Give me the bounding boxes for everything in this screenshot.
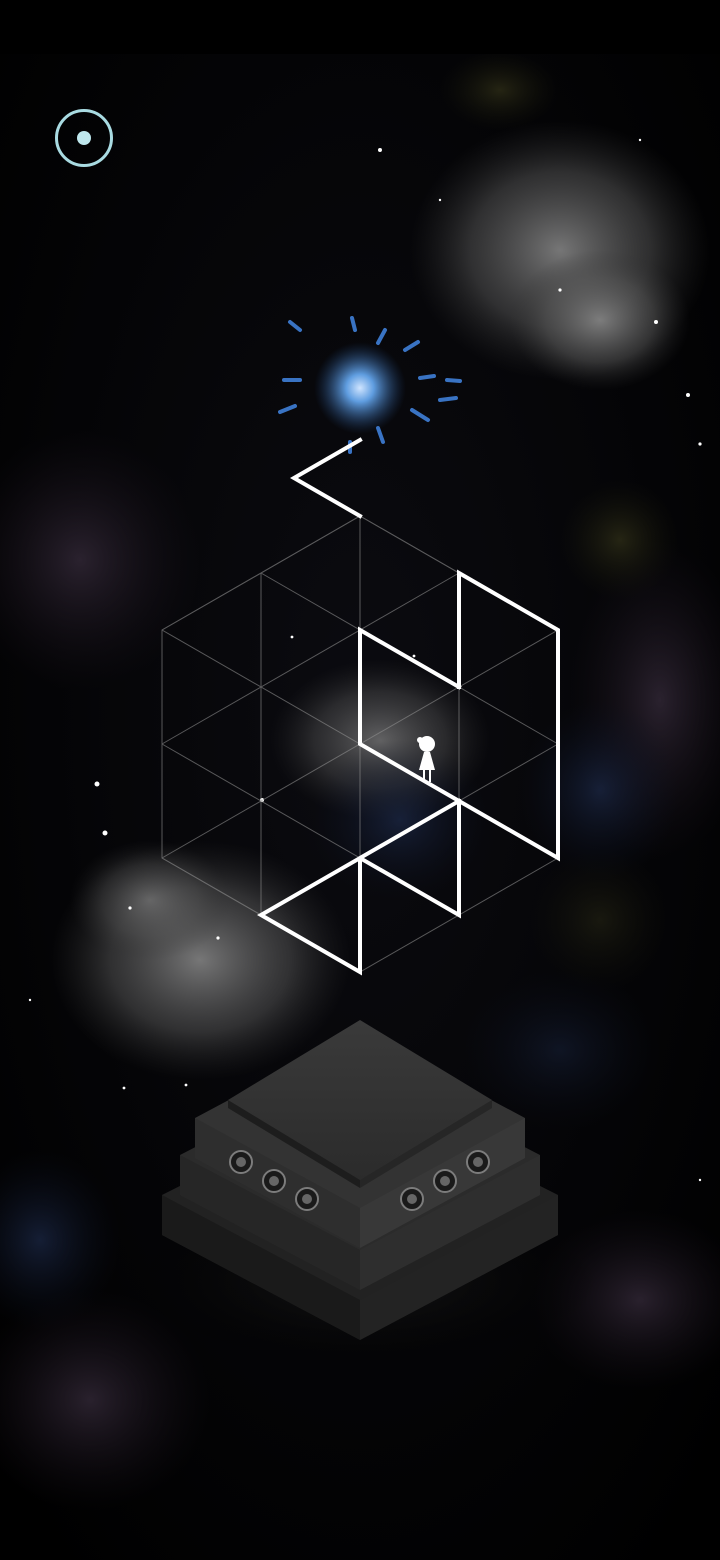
menu-ring-icon — [77, 131, 91, 145]
game-scene[interactable] — [0, 0, 720, 1560]
status-bar-area — [0, 0, 720, 54]
menu-button[interactable] — [55, 109, 113, 167]
